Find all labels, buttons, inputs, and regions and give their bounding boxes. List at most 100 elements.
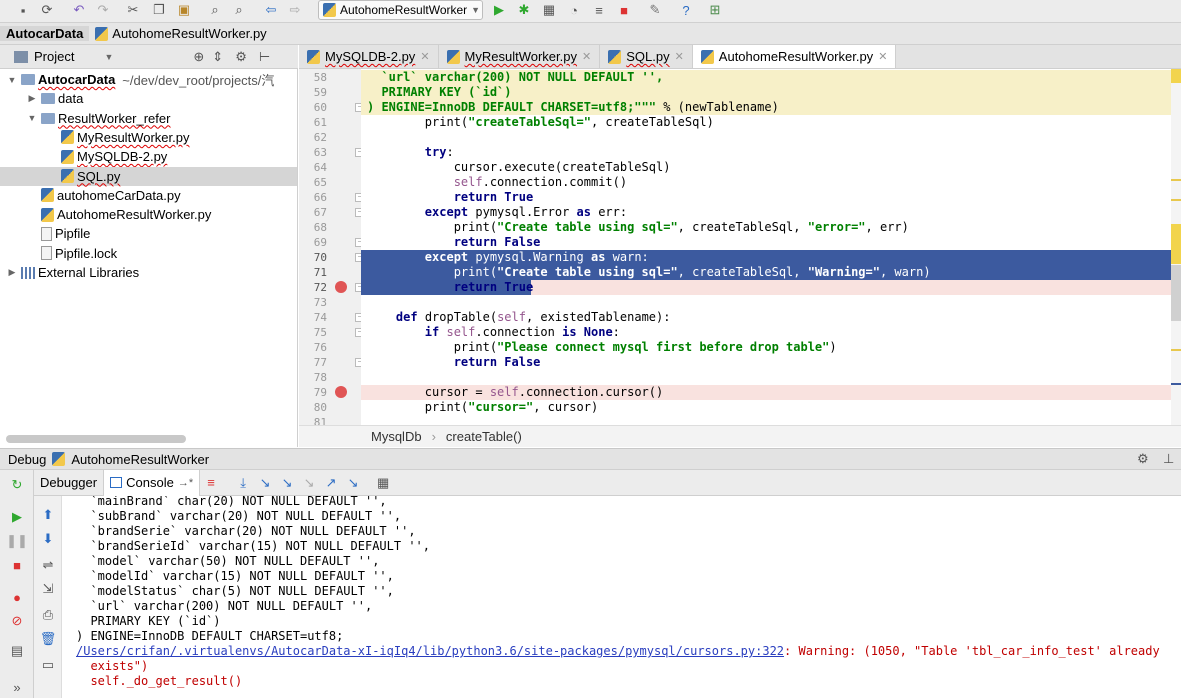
selection-marker[interactable] bbox=[1171, 224, 1181, 264]
run-to-cursor-icon[interactable]: ↘ bbox=[342, 473, 364, 493]
tree-item[interactable]: Pipfile bbox=[0, 224, 297, 243]
breakpoint-icon[interactable] bbox=[335, 386, 347, 398]
layout-icon[interactable]: ▤ bbox=[8, 642, 26, 660]
vcs-icon[interactable]: ⊞ bbox=[706, 2, 724, 18]
arrow-up-icon[interactable]: ⬆ bbox=[39, 506, 57, 524]
tab-console[interactable]: Console →* bbox=[104, 469, 201, 496]
code-line[interactable]: except pymysql.Warning as warn: bbox=[361, 250, 1171, 265]
stop-icon[interactable]: ■ bbox=[8, 556, 26, 574]
debug-icon[interactable]: ✱ bbox=[515, 2, 533, 18]
paste-icon[interactable]: ▣ bbox=[175, 2, 193, 18]
code-line[interactable]: PRIMARY KEY (`id`) bbox=[361, 85, 1171, 100]
code-line[interactable] bbox=[361, 370, 1171, 385]
find-icon[interactable]: ⌕ bbox=[206, 2, 224, 18]
editor-tab[interactable]: MySQLDB-2.py ✕ bbox=[299, 45, 439, 68]
run-config-select[interactable]: AutohomeResultWorker ▼ bbox=[318, 0, 483, 20]
breadcrumb-file[interactable]: AutohomeResultWorker.py bbox=[89, 26, 272, 41]
tree-item[interactable]: MySQLDB-2.py bbox=[0, 147, 297, 166]
show-execution-point-icon[interactable]: ≡ bbox=[200, 473, 222, 493]
code-line[interactable]: print("Create table using sql=", createT… bbox=[361, 220, 1171, 235]
breakpoint-icon[interactable] bbox=[335, 281, 347, 293]
print-icon[interactable]: ⎙ bbox=[39, 606, 57, 624]
gear-icon[interactable]: ⚙ bbox=[235, 49, 247, 65]
code-line[interactable]: if self.connection is None: bbox=[361, 325, 1171, 340]
crumb-class[interactable]: MysqlDb bbox=[371, 429, 422, 444]
code-line[interactable]: ) ENGINE=InnoDB DEFAULT CHARSET=utf8;"""… bbox=[361, 100, 1171, 115]
editor-tab[interactable]: SQL.py ✕ bbox=[600, 45, 693, 68]
code-line[interactable]: print("Create table using sql=", createT… bbox=[361, 265, 1171, 280]
code-line[interactable]: try: bbox=[361, 145, 1171, 160]
pause-icon[interactable]: ❚❚ bbox=[6, 532, 28, 550]
tree-item[interactable]: MyResultWorker.py bbox=[0, 128, 297, 147]
tree-item[interactable]: AutohomeResultWorker.py bbox=[0, 205, 297, 224]
tab-debugger[interactable]: Debugger bbox=[34, 469, 105, 496]
redo-icon[interactable]: ↷ bbox=[94, 2, 112, 18]
code-line[interactable]: return False bbox=[361, 355, 1171, 370]
tree-item[interactable]: ▼ ResultWorker_refer bbox=[0, 109, 297, 128]
forward-icon[interactable]: ⇨ bbox=[286, 2, 304, 18]
chevron-down-icon[interactable]: ▼ bbox=[26, 113, 38, 123]
code-line[interactable]: `url` varchar(200) NOT NULL DEFAULT '', bbox=[361, 70, 1171, 85]
console-line[interactable]: /Users/crifan/.virtualenvs/AutocarData-x… bbox=[62, 644, 1181, 659]
mute-breakpoints-icon[interactable]: ⊘ bbox=[8, 612, 26, 630]
close-icon[interactable]: ✕ bbox=[878, 50, 887, 63]
code-line[interactable] bbox=[361, 415, 1171, 425]
help-icon[interactable]: ? bbox=[677, 2, 695, 18]
code-line[interactable]: self.connection.commit() bbox=[361, 175, 1171, 190]
code-line[interactable]: except pymysql.Error as err: bbox=[361, 205, 1171, 220]
arrow-down-icon[interactable]: ⬇ bbox=[39, 530, 57, 548]
crumb-method[interactable]: createTable() bbox=[446, 429, 522, 444]
tree-item[interactable]: ▶ External Libraries bbox=[0, 263, 297, 282]
tree-item[interactable]: autohomeCarData.py bbox=[0, 186, 297, 205]
code-line[interactable]: print("createTableSql=", createTableSql) bbox=[361, 115, 1171, 130]
code-line[interactable]: return True bbox=[361, 280, 1171, 295]
stop-icon[interactable]: ■ bbox=[615, 2, 633, 18]
code-line[interactable]: return False bbox=[361, 235, 1171, 250]
hide-icon[interactable]: ⊥ bbox=[1163, 451, 1174, 467]
step-into-my-code-icon[interactable]: ↘ bbox=[276, 473, 298, 493]
tree-item[interactable]: ▶ data bbox=[0, 89, 297, 108]
tree-item[interactable]: ▼ AutocarData ~/dev/dev_root/projects/汽 bbox=[0, 70, 297, 89]
trash-icon[interactable]: 🗑 bbox=[39, 630, 57, 648]
rerun-icon[interactable]: ↻ bbox=[8, 476, 26, 494]
copy-icon[interactable]: ❐ bbox=[150, 2, 168, 18]
gear-icon[interactable]: ⚙ bbox=[1137, 451, 1149, 467]
view-breakpoints-icon[interactable]: ● bbox=[8, 588, 26, 606]
code-line[interactable]: def dropTable(self, existedTablename): bbox=[361, 310, 1171, 325]
chevron-right-icon[interactable]: ▶ bbox=[6, 267, 18, 278]
breadcrumb-project[interactable]: AutocarData bbox=[0, 26, 90, 41]
sync-icon[interactable]: ⟳ bbox=[38, 2, 56, 18]
undo-icon[interactable]: ↶ bbox=[70, 2, 88, 18]
editor-scrollbar[interactable] bbox=[1171, 69, 1181, 425]
warning-marker[interactable] bbox=[1171, 199, 1181, 201]
editor-tab[interactable]: AutohomeResultWorker.py ✕ bbox=[692, 45, 897, 68]
run-icon[interactable]: ▶ bbox=[490, 2, 508, 18]
settings-wrench-icon[interactable]: ✎ bbox=[646, 2, 664, 18]
soft-wrap-icon[interactable]: ⇌ bbox=[39, 556, 57, 574]
collapse-icon[interactable]: ⇕ bbox=[212, 49, 223, 65]
console-output[interactable]: `mainBrand` char(20) NOT NULL DEFAULT ''… bbox=[62, 496, 1181, 698]
save-icon[interactable]: ▪ bbox=[14, 2, 32, 18]
tree-scrollbar[interactable] bbox=[6, 435, 186, 443]
code-editor[interactable]: `url` varchar(200) NOT NULL DEFAULT '', … bbox=[361, 69, 1171, 425]
code-line[interactable] bbox=[361, 295, 1171, 310]
code-line[interactable]: print("Please connect mysql first before… bbox=[361, 340, 1171, 355]
chevron-down-icon[interactable]: ▼ bbox=[6, 75, 18, 85]
evaluate-icon[interactable]: ▦ bbox=[372, 473, 394, 493]
warning-marker[interactable] bbox=[1171, 179, 1181, 181]
scroll-to-end-icon[interactable]: ⇲ bbox=[39, 580, 57, 598]
console-icon[interactable]: ▭ bbox=[39, 656, 57, 674]
cut-icon[interactable]: ✂ bbox=[124, 2, 142, 18]
hide-icon[interactable]: ⊢ bbox=[259, 49, 270, 65]
editor-tab[interactable]: MyResultWorker.py ✕ bbox=[439, 45, 601, 68]
resume-icon[interactable]: ▶ bbox=[8, 508, 26, 526]
coverage-icon[interactable]: ▦ bbox=[540, 2, 558, 18]
tree-item[interactable]: Pipfile.lock bbox=[0, 244, 297, 263]
code-line[interactable]: cursor = self.connection.cursor() bbox=[361, 385, 1171, 400]
more-icon[interactable]: » bbox=[8, 678, 26, 696]
close-icon[interactable]: ✕ bbox=[420, 50, 429, 63]
chevron-right-icon[interactable]: ▶ bbox=[26, 93, 38, 104]
back-icon[interactable]: ⇦ bbox=[262, 2, 280, 18]
replace-icon[interactable]: ⌕ bbox=[230, 2, 248, 18]
tree-item[interactable]: SQL.py bbox=[0, 166, 297, 186]
